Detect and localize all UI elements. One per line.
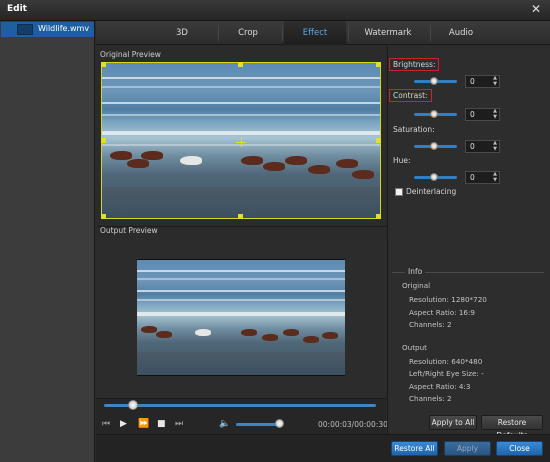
output-preview-frame <box>137 259 345 376</box>
tab-3d[interactable]: 3D <box>154 21 210 45</box>
original-aspect-ratio: Aspect Ratio: 16:9 <box>409 308 475 317</box>
saturation-slider-handle[interactable] <box>430 142 438 150</box>
original-preview-label: Original Preview <box>100 50 161 59</box>
file-thumbnail <box>17 24 33 35</box>
skip-start-icon[interactable]: ⏮ <box>102 419 110 429</box>
brightness-value: 0 <box>470 77 475 86</box>
volume-handle[interactable] <box>275 419 284 428</box>
window-title: Edit <box>7 4 27 14</box>
volume-icon[interactable]: 🔈 <box>219 419 230 429</box>
crop-handle[interactable] <box>101 214 106 219</box>
output-channels: Channels: 2 <box>409 394 452 403</box>
tab-divider <box>430 25 431 41</box>
tab-watermark[interactable]: Watermark <box>350 21 426 45</box>
deinterlacing-label: Deinterlacing <box>406 187 457 196</box>
restore-all-button[interactable]: Restore All <box>391 441 438 456</box>
crosshair-icon <box>241 137 242 147</box>
seek-handle[interactable] <box>128 400 138 410</box>
brightness-slider-handle[interactable] <box>430 77 438 85</box>
volume-slider[interactable] <box>236 423 280 426</box>
tab-divider <box>282 25 283 41</box>
spin-arrows-icon[interactable]: ▲ ▼ <box>493 108 497 120</box>
saturation-spinbox[interactable]: 0 ▲ ▼ <box>465 140 500 153</box>
tab-effect[interactable]: Effect <box>284 21 346 45</box>
seek-bar[interactable] <box>104 404 376 407</box>
playback-time: 00:00:03/00:00:30 <box>318 420 388 429</box>
output-preview-image <box>137 260 345 375</box>
brightness-label: Brightness: <box>389 58 440 71</box>
output-resolution: Resolution: 640*480 <box>409 357 483 366</box>
output-eye-size: Left/Right Eye Size: - <box>409 369 484 378</box>
output-aspect-ratio: Aspect Ratio: 4:3 <box>409 382 471 391</box>
tab-crop[interactable]: Crop <box>220 21 276 45</box>
original-heading: Original <box>402 281 431 290</box>
spin-arrows-icon[interactable]: ▲ ▼ <box>493 75 497 87</box>
crop-handle[interactable] <box>238 62 243 67</box>
brightness-spinbox[interactable]: 0 ▲ ▼ <box>465 75 500 88</box>
contrast-value: 0 <box>470 110 475 119</box>
output-heading: Output <box>402 343 427 352</box>
apply-button[interactable]: Apply <box>444 441 491 456</box>
tab-divider <box>348 25 349 41</box>
tab-divider <box>218 25 219 41</box>
original-channels: Channels: 2 <box>409 320 452 329</box>
spin-arrows-icon[interactable]: ▲ ▼ <box>493 171 497 183</box>
fast-forward-icon[interactable]: ⏩ <box>138 419 149 429</box>
play-icon[interactable]: ▶ <box>120 419 127 429</box>
contrast-slider-handle[interactable] <box>430 110 438 118</box>
close-icon[interactable]: ✕ <box>528 1 544 17</box>
saturation-value: 0 <box>470 142 475 151</box>
crop-handle[interactable] <box>101 138 106 143</box>
crop-handle[interactable] <box>238 214 243 219</box>
apply-to-all-button[interactable]: Apply to All <box>429 415 477 430</box>
crop-handle[interactable] <box>101 62 106 67</box>
tab-bar: 3D Crop Effect Watermark Audio <box>96 21 550 45</box>
contrast-label: Contrast: <box>389 89 432 102</box>
deinterlacing-checkbox[interactable] <box>395 188 403 196</box>
skip-end-icon[interactable]: ⏭ <box>175 419 183 429</box>
crop-handle[interactable] <box>376 214 381 219</box>
title-bar: Edit ✕ <box>0 0 550 21</box>
stop-icon[interactable]: ■ <box>157 419 166 429</box>
output-preview-label: Output Preview <box>100 226 158 235</box>
crop-handle[interactable] <box>376 138 381 143</box>
hue-value: 0 <box>470 173 475 182</box>
hue-spinbox[interactable]: 0 ▲ ▼ <box>465 171 500 184</box>
spin-arrows-icon[interactable]: ▲ ▼ <box>493 140 497 152</box>
contrast-spinbox[interactable]: 0 ▲ ▼ <box>465 108 500 121</box>
crop-handle[interactable] <box>376 62 381 67</box>
saturation-label: Saturation: <box>393 125 435 134</box>
hue-label: Hue: <box>393 156 411 165</box>
file-list-item[interactable]: Wildlife.wmv <box>1 22 94 37</box>
close-button[interactable]: Close <box>496 441 543 456</box>
original-resolution: Resolution: 1280*720 <box>409 295 487 304</box>
file-list: Wildlife.wmv <box>0 21 95 462</box>
hue-slider-handle[interactable] <box>430 173 438 181</box>
restore-defaults-button[interactable]: Restore Defaults <box>481 415 543 440</box>
tab-audio[interactable]: Audio <box>432 21 490 45</box>
info-title: Info <box>405 267 426 276</box>
file-name: Wildlife.wmv <box>38 24 90 33</box>
